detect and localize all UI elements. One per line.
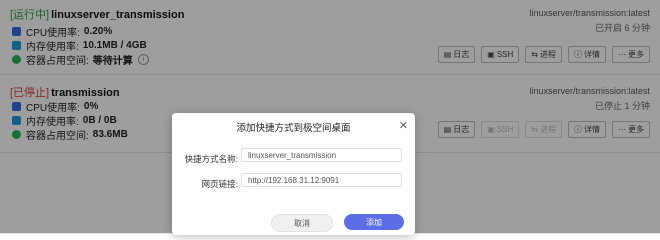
shortcut-name-input[interactable]: linuxserver_transmission xyxy=(241,148,402,162)
close-icon[interactable]: ✕ xyxy=(399,119,408,132)
add-shortcut-dialog: 添加快捷方式到极空间桌面 ✕ 快捷方式名称: linuxserver_trans… xyxy=(172,113,415,235)
shortcut-name-label: 快捷方式名称: xyxy=(184,154,238,164)
container-manager: [运行中] linuxserver_transmission linuxserve… xyxy=(0,0,660,235)
url-input[interactable]: http://192.168.31.12:9091 xyxy=(241,173,402,187)
url-label: 网页链接: xyxy=(201,179,238,189)
add-button[interactable]: 添加 xyxy=(344,214,404,230)
cancel-button[interactable]: 取消 xyxy=(271,214,333,232)
dialog-title: 添加快捷方式到极空间桌面 xyxy=(236,123,351,134)
